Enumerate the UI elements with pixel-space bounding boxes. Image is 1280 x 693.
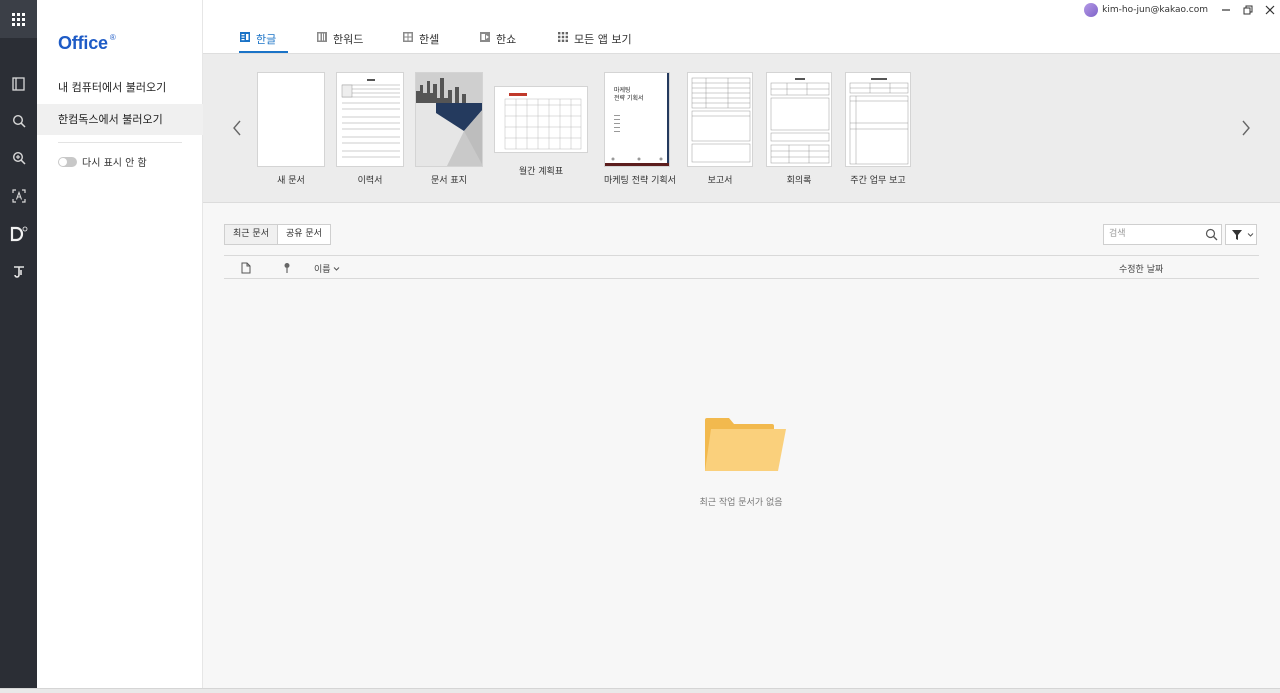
search-icon[interactable]	[1205, 228, 1218, 241]
template-label: 문서 표지	[431, 176, 467, 186]
close-icon[interactable]	[1264, 4, 1276, 16]
tab-hanshow[interactable]: 한쇼	[480, 23, 516, 53]
tab-label: 모든 앱 보기	[574, 33, 632, 46]
tab-shared-documents[interactable]: 공유 문서	[277, 224, 331, 245]
hanword-icon	[317, 32, 327, 42]
restore-icon[interactable]	[1242, 4, 1254, 16]
hancom-docs-icon[interactable]	[0, 222, 37, 246]
column-modified-header[interactable]: 수정한 날짜	[1119, 262, 1163, 275]
column-name-header[interactable]: 이름	[314, 262, 340, 275]
open-from-computer[interactable]: 내 컴퓨터에서 불러오기	[37, 72, 203, 103]
tab-hancell[interactable]: 한셀	[403, 23, 439, 53]
office-logo: Office ®	[58, 33, 116, 54]
chevron-down-icon	[334, 267, 340, 271]
all-apps-icon	[558, 32, 568, 42]
document-icon[interactable]	[0, 72, 37, 96]
hancell-icon	[403, 32, 413, 42]
template-label: 이력서	[357, 176, 383, 186]
avatar	[1084, 3, 1099, 17]
dont-show-again-label: 다시 표시 안 함	[82, 158, 147, 169]
template-label: 마케팅 전략 기획서	[604, 176, 676, 186]
template-thumb-marketing: 마케팅 전략 기획서	[604, 72, 670, 167]
template-thumb-weekly	[845, 72, 911, 167]
filter-button[interactable]	[1225, 224, 1257, 245]
template-thumb-blank	[257, 72, 325, 167]
template-new-document[interactable]: 새 문서	[257, 72, 325, 186]
empty-folder-icon	[705, 418, 786, 471]
tab-hangul[interactable]: 한글	[239, 23, 288, 53]
tab-label: 한셀	[419, 33, 440, 46]
template-thumb-cover	[415, 72, 483, 167]
search-input[interactable]: 검색	[1103, 224, 1222, 245]
template-weekly-report[interactable]: 주간 업무 보고	[845, 72, 911, 186]
tab-recent-documents[interactable]: 최근 문서	[224, 224, 278, 245]
template-label: 주간 업무 보고	[850, 176, 906, 186]
template-thumb-report	[687, 72, 753, 167]
user-email: kim-ho-jun@kakao.com	[1102, 5, 1208, 15]
logo-text: Office	[58, 33, 108, 53]
bottom-edge	[0, 688, 1280, 693]
template-thumb-resume	[336, 72, 404, 167]
template-resume[interactable]: 이력서	[336, 72, 404, 186]
logo-mark: ®	[109, 33, 116, 42]
top-bar: 한글 한워드 한셀 한쇼 모든 앱 보기 kim-ho-jun@kakao.co…	[203, 0, 1280, 54]
minimize-icon[interactable]	[1220, 4, 1232, 16]
template-report[interactable]: 보고서	[687, 72, 753, 186]
template-label: 보고서	[707, 176, 733, 186]
document-filter-tabs: 최근 문서 공유 문서	[224, 224, 331, 245]
empty-state-message: 최근 작업 문서가 없음	[699, 498, 783, 508]
template-gallery: 새 문서 이력서 문서 표지 월간 계획표 마케팅 전략 기획서 마케팅 전략 …	[203, 54, 1280, 203]
template-minutes[interactable]: 회의록	[766, 72, 832, 186]
template-thumb-monthly-plan	[494, 86, 588, 153]
pin-icon[interactable]	[283, 262, 291, 274]
text-recognition-icon[interactable]	[0, 184, 37, 208]
column-name-label: 이름	[314, 265, 331, 275]
app-rail	[0, 0, 37, 693]
tab-label: 한글	[256, 33, 277, 46]
divider	[58, 142, 182, 143]
zoom-search-icon[interactable]	[0, 146, 37, 170]
template-monthly-plan[interactable]: 월간 계획표	[494, 86, 588, 177]
tab-all-apps[interactable]: 모든 앱 보기	[558, 23, 632, 53]
document-table-header: 이름 수정한 날짜	[224, 255, 1259, 279]
chevron-right-icon[interactable]	[1240, 118, 1252, 138]
side-panel: Office ® 내 컴퓨터에서 불러오기 한컴독스에서 불러오기 다시 표시 안…	[37, 0, 203, 693]
search-placeholder: 검색	[1109, 229, 1126, 239]
user-account[interactable]: kim-ho-jun@kakao.com	[1084, 3, 1208, 17]
open-from-hancom-docs[interactable]: 한컴독스에서 불러오기	[37, 104, 203, 135]
template-label: 회의록	[786, 176, 812, 186]
hangul-icon	[240, 32, 250, 42]
dont-show-again-row[interactable]: 다시 표시 안 함	[58, 154, 147, 169]
apps-grid-button[interactable]	[0, 0, 37, 38]
tab-hanword[interactable]: 한워드	[317, 23, 363, 53]
template-marketing-plan[interactable]: 마케팅 전략 기획서 마케팅 전략 기획서	[604, 72, 676, 186]
chevron-left-icon[interactable]	[231, 118, 243, 138]
tab-label: 한쇼	[496, 33, 517, 46]
tab-label: 한워드	[333, 33, 364, 46]
chevron-down-icon	[1247, 233, 1254, 237]
filter-icon	[1232, 230, 1242, 240]
file-icon	[241, 262, 251, 274]
dont-show-again-toggle[interactable]	[58, 156, 77, 167]
template-thumb-minutes	[766, 72, 832, 167]
translate-icon[interactable]	[0, 259, 37, 283]
template-label: 월간 계획표	[518, 167, 564, 177]
hanshow-icon	[480, 32, 490, 42]
search-icon[interactable]	[0, 109, 37, 133]
template-label: 새 문서	[277, 176, 305, 186]
template-cover[interactable]: 문서 표지	[415, 72, 483, 186]
grid-icon	[12, 12, 25, 26]
